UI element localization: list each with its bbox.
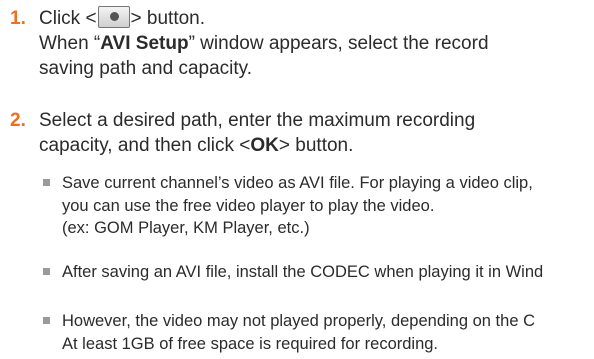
note-line: (ex: GOM Player, KM Player, etc.) <box>62 219 310 237</box>
step-2-line-1: Select a desired path, enter the maximum… <box>39 110 476 131</box>
step-1-line-1: Click < > button. <box>39 6 206 29</box>
note-line: you can use the free video player to pla… <box>62 196 435 215</box>
note-line: However, the video may not played proper… <box>62 312 535 330</box>
note-item: Save current channel’s video as AVI file… <box>43 172 533 240</box>
bullet-square-icon <box>43 317 50 324</box>
step-number: 1. <box>10 8 26 29</box>
note-item: However, the video may not played proper… <box>43 310 535 355</box>
note-line: After saving an AVI file, install the CO… <box>62 263 544 281</box>
step-1-line-3: saving path and capacity. <box>39 58 253 79</box>
bullet-square-icon <box>43 268 50 275</box>
note-line: Save current channel’s video as AVI file… <box>62 174 533 192</box>
note-item: After saving an AVI file, install the CO… <box>43 261 544 284</box>
step-2-line-2: capacity, and then click <OK> button. <box>39 135 354 156</box>
step-2-body: Select a desired path, enter the maximum… <box>39 108 475 158</box>
record-button-icon <box>97 6 130 28</box>
step-1-line-2: When “AVI Setup” window appears, select … <box>39 33 489 54</box>
step-number: 2. <box>10 110 26 131</box>
note-line: At least 1GB of free space is required f… <box>62 334 439 353</box>
bullet-square-icon <box>43 179 50 186</box>
avi-setup-label: AVI Setup <box>100 33 189 54</box>
ok-label: OK <box>250 135 279 156</box>
record-dot-icon <box>109 12 119 21</box>
step-1-body: Click < > button. When “AVI Setup” window… <box>39 6 489 81</box>
